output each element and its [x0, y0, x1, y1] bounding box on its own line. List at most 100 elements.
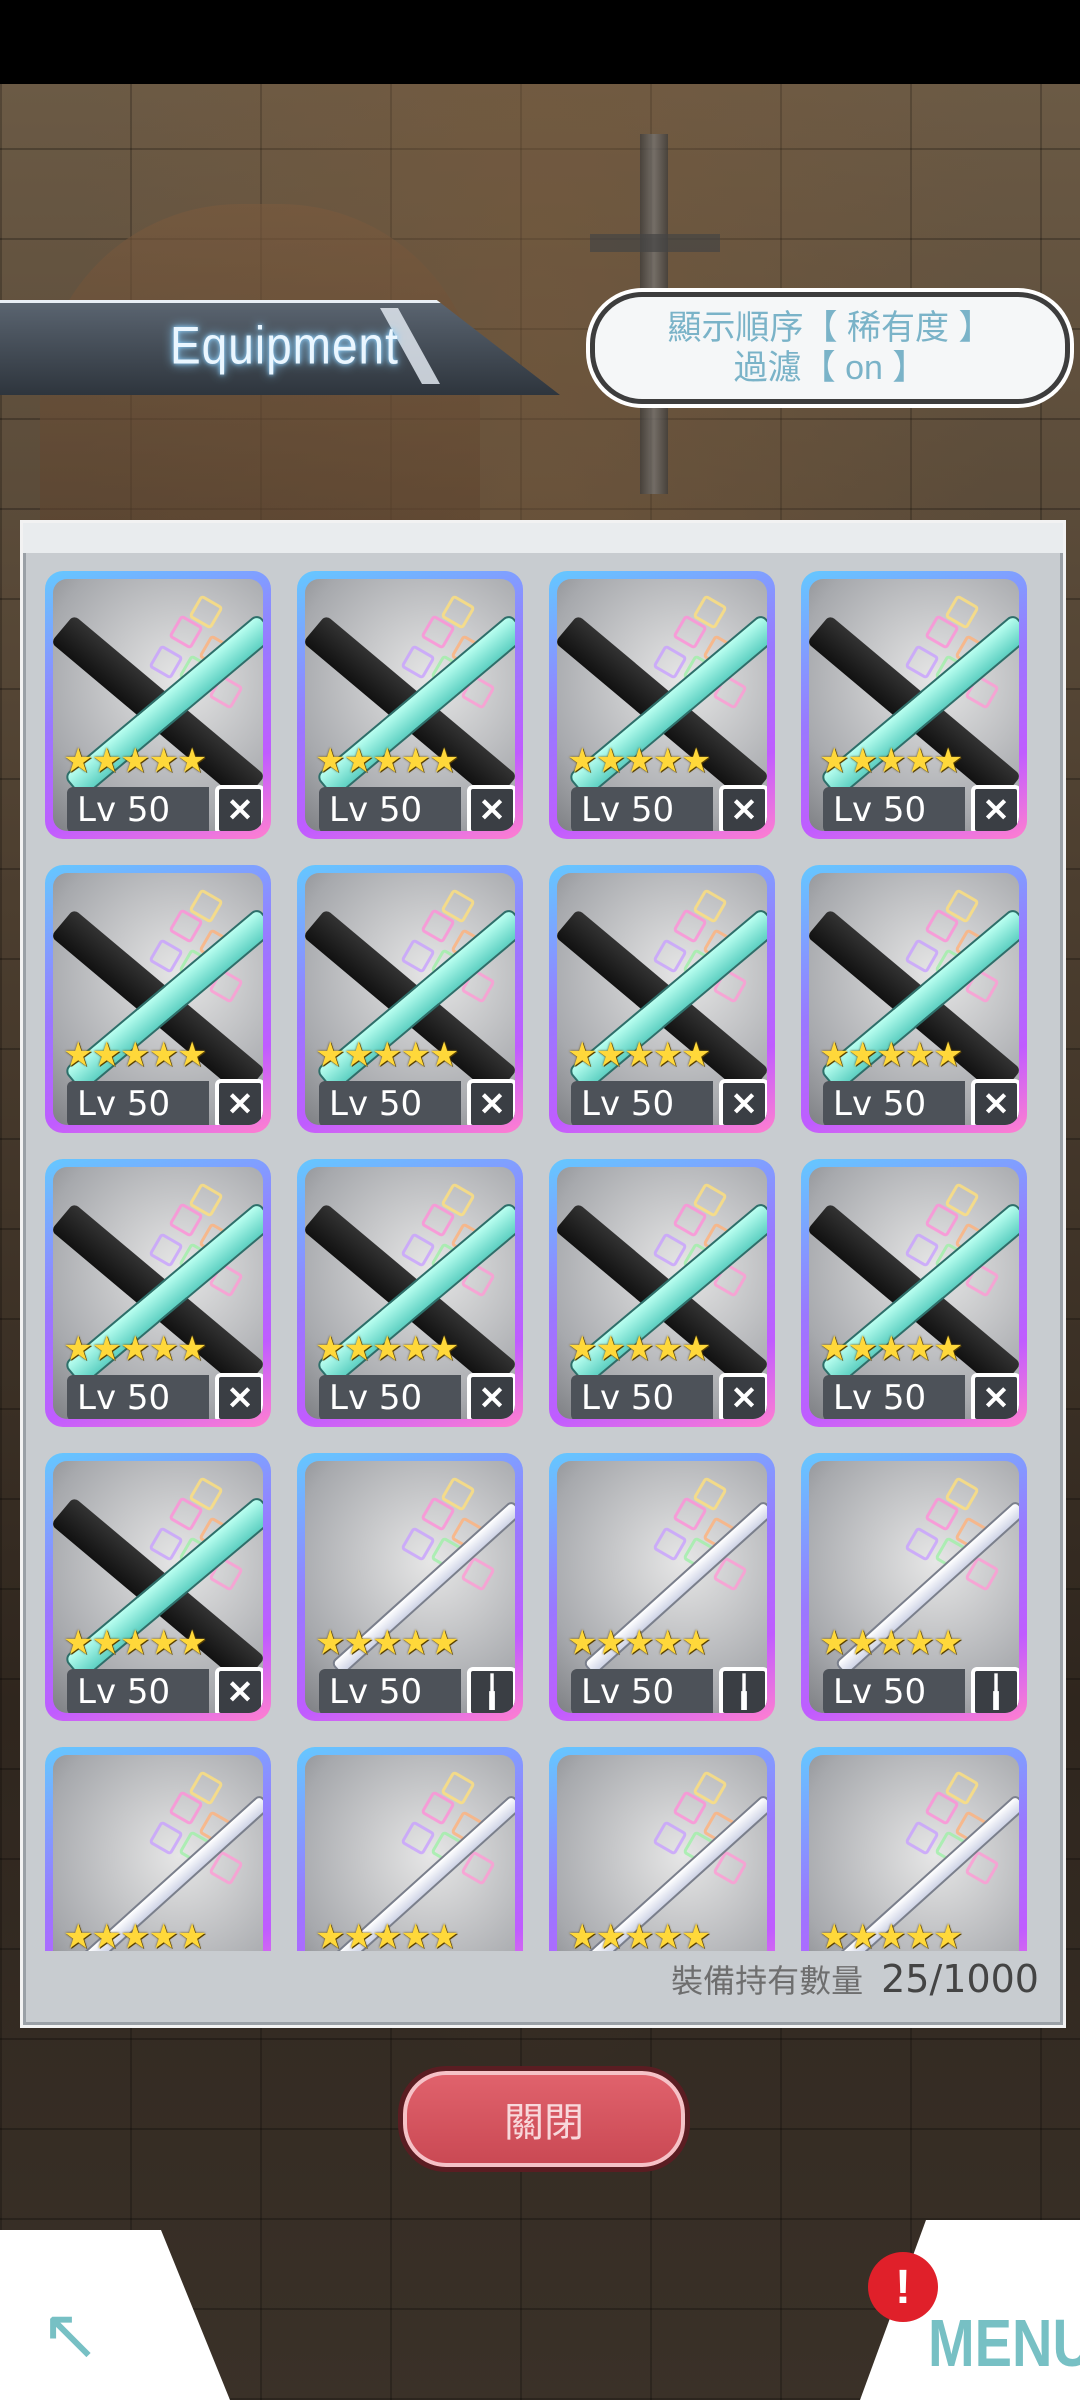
weapon-art: ★★★★★ Lv 50 ✕: [809, 873, 1019, 1125]
weapon-art: ★★★★★ Lv 50 ✕: [53, 1167, 263, 1419]
equipment-count-label: 裝備持有數量: [671, 1963, 864, 1999]
weapon-art: ★★★★★ Lv 50 ✕: [557, 873, 767, 1125]
equipment-count-value: 25/1000: [881, 1957, 1039, 2001]
level-label: Lv 50: [823, 1669, 965, 1713]
weapon-art: ★★★★★ Lv 50 ✕: [53, 873, 263, 1125]
weapon-art: ★★★★★: [305, 1755, 515, 1951]
rapier-icon: ╽: [467, 1667, 515, 1713]
sort-order-label: 顯示順序【 稀有度 】: [667, 309, 993, 347]
rarity-stars: ★★★★★: [567, 1036, 711, 1074]
weapon-art: ★★★★★ Lv 50 ✕: [305, 579, 515, 831]
level-label: Lv 50: [319, 1081, 461, 1125]
rarity-stars: ★★★★★: [315, 1330, 459, 1368]
equipment-card[interactable]: ★★★★★: [801, 1747, 1027, 1951]
close-button[interactable]: 關閉: [398, 2066, 690, 2172]
equipment-card[interactable]: ★★★★★ Lv 50 ✕: [45, 571, 271, 839]
title-banner: Equipment: [0, 300, 560, 395]
weapon-art: ★★★★★ Lv 50 ✕: [809, 1167, 1019, 1419]
weapon-art: ★★★★★: [53, 1755, 263, 1951]
crossed-swords-icon: ✕: [215, 785, 263, 831]
level-label: Lv 50: [823, 787, 965, 831]
crossed-swords-icon: ✕: [719, 1373, 767, 1419]
rarity-stars: ★★★★★: [63, 1624, 207, 1662]
equipment-card[interactable]: ★★★★★ Lv 50 ✕: [297, 1159, 523, 1427]
rapier-icon: ╽: [719, 1667, 767, 1713]
level-label: Lv 50: [571, 1081, 713, 1125]
equipment-card[interactable]: ★★★★★: [549, 1747, 775, 1951]
menu-button[interactable]: MENU: [928, 2304, 1080, 2382]
level-label: Lv 50: [67, 1081, 209, 1125]
page-title: Equipment: [170, 315, 399, 375]
crossed-swords-icon: ✕: [467, 1373, 515, 1419]
equipment-card[interactable]: ★★★★★: [45, 1747, 271, 1951]
equipment-card[interactable]: ★★★★★ Lv 50 ✕: [45, 1453, 271, 1721]
equipment-card[interactable]: ★★★★★ Lv 50 ╽: [549, 1453, 775, 1721]
weapon-art: ★★★★★: [809, 1755, 1019, 1951]
rarity-stars: ★★★★★: [315, 1918, 459, 1951]
rarity-stars: ★★★★★: [63, 742, 207, 780]
alert-badge: !: [868, 2252, 938, 2322]
equipment-card[interactable]: ★★★★★: [297, 1747, 523, 1951]
weapon-art: ★★★★★ Lv 50 ✕: [557, 579, 767, 831]
rarity-stars: ★★★★★: [315, 1036, 459, 1074]
level-label: Lv 50: [67, 1375, 209, 1419]
rarity-stars: ★★★★★: [315, 1624, 459, 1662]
level-label: Lv 50: [823, 1375, 965, 1419]
sort-filter-button[interactable]: 顯示順序【 稀有度 】 過濾【 on 】: [590, 292, 1070, 404]
equipment-panel: ★★★★★ Lv 50 ✕ ★★★★★ Lv 50 ✕ ★★★★★ Lv 50 ✕ ★★★★★ Lv…: [20, 520, 1066, 2028]
equipment-card[interactable]: ★★★★★ Lv 50 ✕: [549, 1159, 775, 1427]
weapon-art: ★★★★★ Lv 50 ✕: [557, 1167, 767, 1419]
equipment-card[interactable]: ★★★★★ Lv 50 ╽: [801, 1453, 1027, 1721]
rapier-icon: ╽: [971, 1667, 1019, 1713]
crossed-swords-icon: ✕: [215, 1079, 263, 1125]
equipment-count: 裝備持有數量 25/1000: [671, 1949, 1039, 2009]
rarity-stars: ★★★★★: [819, 1624, 963, 1662]
rarity-stars: ★★★★★: [315, 742, 459, 780]
filter-label: 過濾【 on 】: [733, 349, 927, 387]
weapon-art: ★★★★★ Lv 50 ╽: [809, 1461, 1019, 1713]
back-arrow-icon[interactable]: ↖: [40, 2299, 140, 2371]
level-label: Lv 50: [67, 787, 209, 831]
equipment-card[interactable]: ★★★★★ Lv 50 ✕: [549, 865, 775, 1133]
crossed-swords-icon: ✕: [215, 1373, 263, 1419]
weapon-art: ★★★★★ Lv 50 ✕: [53, 579, 263, 831]
equipment-card[interactable]: ★★★★★ Lv 50 ✕: [297, 571, 523, 839]
equipment-card[interactable]: ★★★★★ Lv 50 ✕: [45, 1159, 271, 1427]
level-label: Lv 50: [319, 787, 461, 831]
rarity-stars: ★★★★★: [819, 1036, 963, 1074]
crossed-swords-icon: ✕: [467, 1079, 515, 1125]
weapon-art: ★★★★★ Lv 50 ✕: [809, 579, 1019, 831]
wall-sword-guard-decoration: [590, 234, 720, 252]
equipment-grid[interactable]: ★★★★★ Lv 50 ✕ ★★★★★ Lv 50 ✕ ★★★★★ Lv 50 ✕ ★★★★★ Lv…: [45, 571, 1045, 1951]
level-label: Lv 50: [823, 1081, 965, 1125]
equipment-card[interactable]: ★★★★★ Lv 50 ✕: [297, 865, 523, 1133]
weapon-art: ★★★★★ Lv 50 ╽: [557, 1461, 767, 1713]
weapon-art: ★★★★★ Lv 50 ╽: [305, 1461, 515, 1713]
equipment-card[interactable]: ★★★★★ Lv 50 ╽: [297, 1453, 523, 1721]
level-label: Lv 50: [571, 1669, 713, 1713]
rarity-stars: ★★★★★: [819, 1918, 963, 1951]
level-label: Lv 50: [67, 1669, 209, 1713]
crossed-swords-icon: ✕: [719, 1079, 767, 1125]
rarity-stars: ★★★★★: [819, 742, 963, 780]
level-label: Lv 50: [571, 787, 713, 831]
rarity-stars: ★★★★★: [567, 742, 711, 780]
equipment-card[interactable]: ★★★★★ Lv 50 ✕: [801, 571, 1027, 839]
crossed-swords-icon: ✕: [971, 1079, 1019, 1125]
crossed-swords-icon: ✕: [215, 1667, 263, 1713]
equipment-card[interactable]: ★★★★★ Lv 50 ✕: [801, 865, 1027, 1133]
crossed-swords-icon: ✕: [719, 785, 767, 831]
weapon-art: ★★★★★ Lv 50 ✕: [53, 1461, 263, 1713]
equipment-card[interactable]: ★★★★★ Lv 50 ✕: [549, 571, 775, 839]
crossed-swords-icon: ✕: [971, 785, 1019, 831]
rarity-stars: ★★★★★: [63, 1918, 207, 1951]
rarity-stars: ★★★★★: [63, 1036, 207, 1074]
weapon-art: ★★★★★ Lv 50 ✕: [305, 873, 515, 1125]
level-label: Lv 50: [571, 1375, 713, 1419]
crossed-swords-icon: ✕: [971, 1373, 1019, 1419]
level-label: Lv 50: [319, 1375, 461, 1419]
equipment-card[interactable]: ★★★★★ Lv 50 ✕: [45, 865, 271, 1133]
level-label: Lv 50: [319, 1669, 461, 1713]
crossed-swords-icon: ✕: [467, 785, 515, 831]
equipment-card[interactable]: ★★★★★ Lv 50 ✕: [801, 1159, 1027, 1427]
